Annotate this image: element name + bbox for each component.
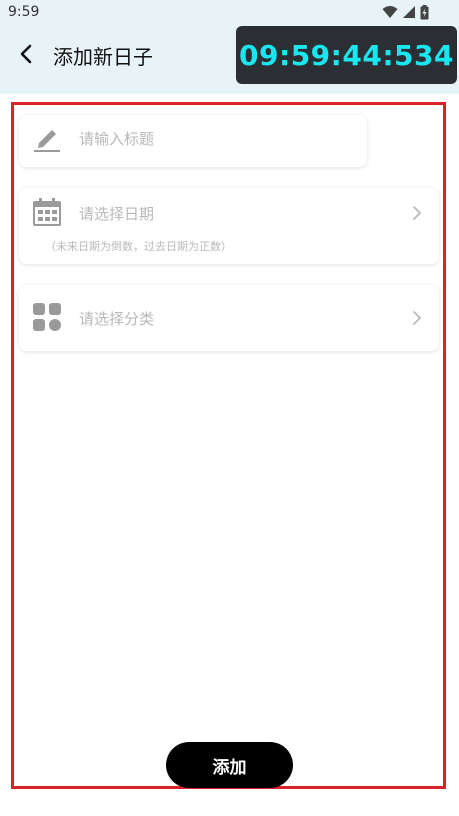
category-placeholder: 请选择分类 (79, 310, 155, 328)
wifi-icon (382, 6, 398, 18)
date-placeholder: 请选择日期 (79, 205, 155, 223)
chevron-left-icon (20, 44, 32, 64)
status-icons (382, 4, 429, 20)
category-field[interactable]: 请选择分类 (19, 285, 439, 351)
date-hint: （未来日期为倒数，过去日期为正数） (45, 240, 232, 253)
chevron-right-icon (413, 206, 421, 220)
battery-icon (420, 4, 429, 19)
timer-overlay: 09:59:44:534 (236, 26, 457, 84)
page-title: 添加新日子 (53, 45, 153, 69)
date-field[interactable]: 请选择日期 （未来日期为倒数，过去日期为正数） (19, 188, 439, 264)
status-bar: 9:59 (0, 0, 459, 26)
chevron-right-icon (413, 311, 421, 325)
timer-text: 09:59:44:534 (239, 38, 454, 72)
status-time: 9:59 (8, 4, 40, 20)
signal-icon (403, 6, 415, 18)
screen: 9:59 添加新日子 09:59:44:534 请输入标题 请选择日期 （未来日… (0, 0, 459, 816)
calendar-icon (33, 198, 61, 226)
title-field[interactable]: 请输入标题 (19, 115, 367, 167)
category-grid-icon (33, 303, 61, 331)
add-button[interactable]: 添加 (166, 742, 293, 788)
back-button[interactable] (14, 42, 38, 66)
title-placeholder: 请输入标题 (79, 130, 155, 148)
pencil-icon (34, 130, 60, 152)
